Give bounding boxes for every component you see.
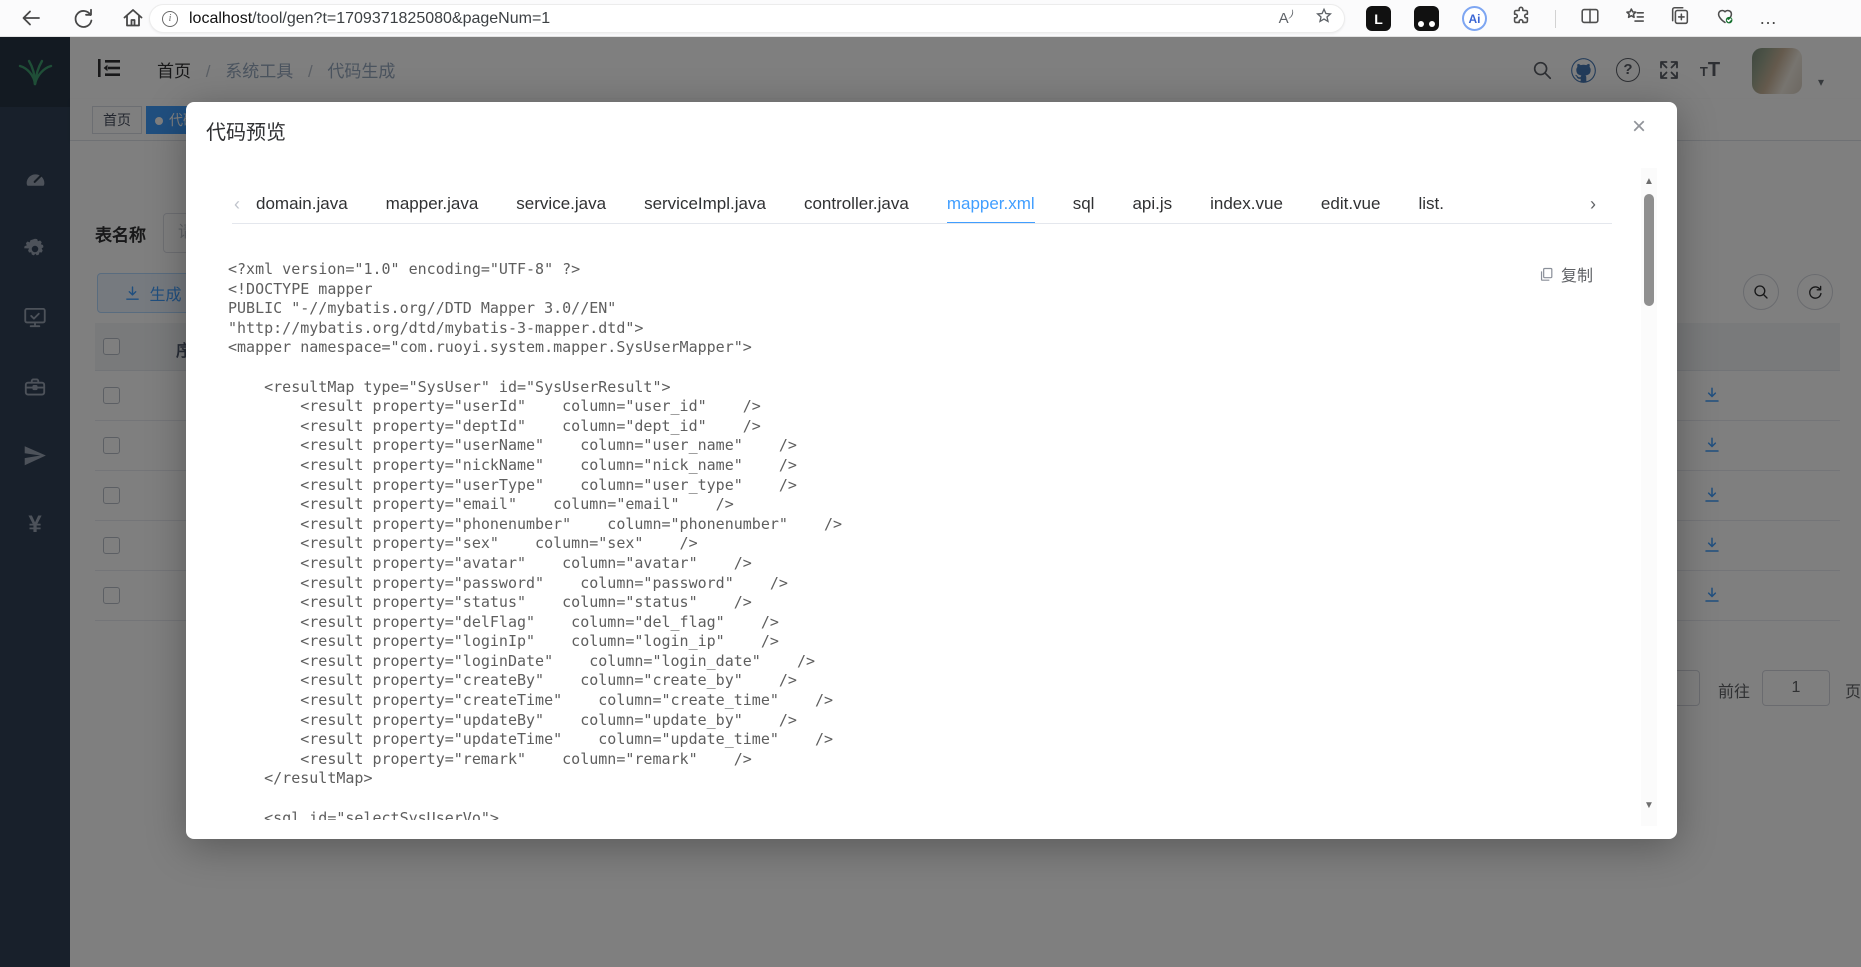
tab-index-vue[interactable]: index.vue xyxy=(1210,186,1283,223)
favorite-star-icon[interactable] xyxy=(1314,6,1334,31)
read-aloud-icon[interactable]: A) xyxy=(1279,9,1295,27)
extensions-puzzle-icon[interactable] xyxy=(1510,5,1532,32)
favorites-bar-icon[interactable] xyxy=(1624,5,1646,32)
scrollbar-down-icon[interactable]: ▼ xyxy=(1641,798,1657,814)
tab-serviceimpl-java[interactable]: serviceImpl.java xyxy=(644,186,766,223)
tab-api-js[interactable]: api.js xyxy=(1132,186,1172,223)
tabs-scroll-prev-icon[interactable]: ‹ xyxy=(234,194,240,215)
collections-icon[interactable] xyxy=(1669,5,1691,32)
browser-extensions-area: L Ai … xyxy=(1366,5,1778,32)
browser-toolbar: i localhost/tool/gen?t=1709371825080&pag… xyxy=(0,0,1861,37)
screen: i localhost/tool/gen?t=1709371825080&pag… xyxy=(0,0,1861,967)
tab-controller-java[interactable]: controller.java xyxy=(804,186,909,223)
browser-home-icon[interactable] xyxy=(120,6,146,32)
extension-ai-icon[interactable]: Ai xyxy=(1462,6,1487,31)
tab-service-java[interactable]: service.java xyxy=(516,186,606,223)
dialog-close-icon[interactable]: × xyxy=(1624,112,1654,142)
browser-essentials-icon[interactable] xyxy=(1714,5,1736,32)
extension-domino-icon[interactable] xyxy=(1414,6,1439,31)
tab-mapper-java[interactable]: mapper.java xyxy=(386,186,479,223)
code-preview-dialog: 代码预览 × ‹ › domain.java mapper.java servi… xyxy=(186,102,1677,839)
browser-refresh-icon[interactable] xyxy=(70,6,96,32)
tab-mapper-xml[interactable]: mapper.xml xyxy=(946,186,1035,223)
tab-sql[interactable]: sql xyxy=(1073,186,1095,223)
site-info-icon[interactable]: i xyxy=(162,10,178,27)
browser-settings-menu-icon[interactable]: … xyxy=(1759,8,1778,29)
scrollbar-up-icon[interactable]: ▲ xyxy=(1641,174,1657,190)
address-bar[interactable]: i localhost/tool/gen?t=1709371825080&pag… xyxy=(149,4,1345,33)
tab-edit-vue[interactable]: edit.vue xyxy=(1321,186,1381,223)
code-block[interactable]: <?xml version="1.0" encoding="UTF-8" ?> … xyxy=(228,260,1588,820)
split-screen-icon[interactable] xyxy=(1579,5,1601,32)
tab-list-vue[interactable]: list. xyxy=(1418,186,1444,223)
tab-domain-java[interactable]: domain.java xyxy=(256,186,348,223)
browser-back-icon[interactable] xyxy=(18,6,44,32)
tabs-scroll-next-icon[interactable]: › xyxy=(1590,194,1596,215)
extension-l-icon[interactable]: L xyxy=(1366,6,1391,31)
url-text: localhost/tool/gen?t=1709371825080&pageN… xyxy=(189,9,551,27)
file-tabs: domain.java mapper.java service.java ser… xyxy=(232,186,1612,224)
scrollbar-thumb[interactable] xyxy=(1644,194,1654,306)
dialog-title: 代码预览 xyxy=(206,122,286,144)
toolbar-divider xyxy=(1555,9,1556,28)
